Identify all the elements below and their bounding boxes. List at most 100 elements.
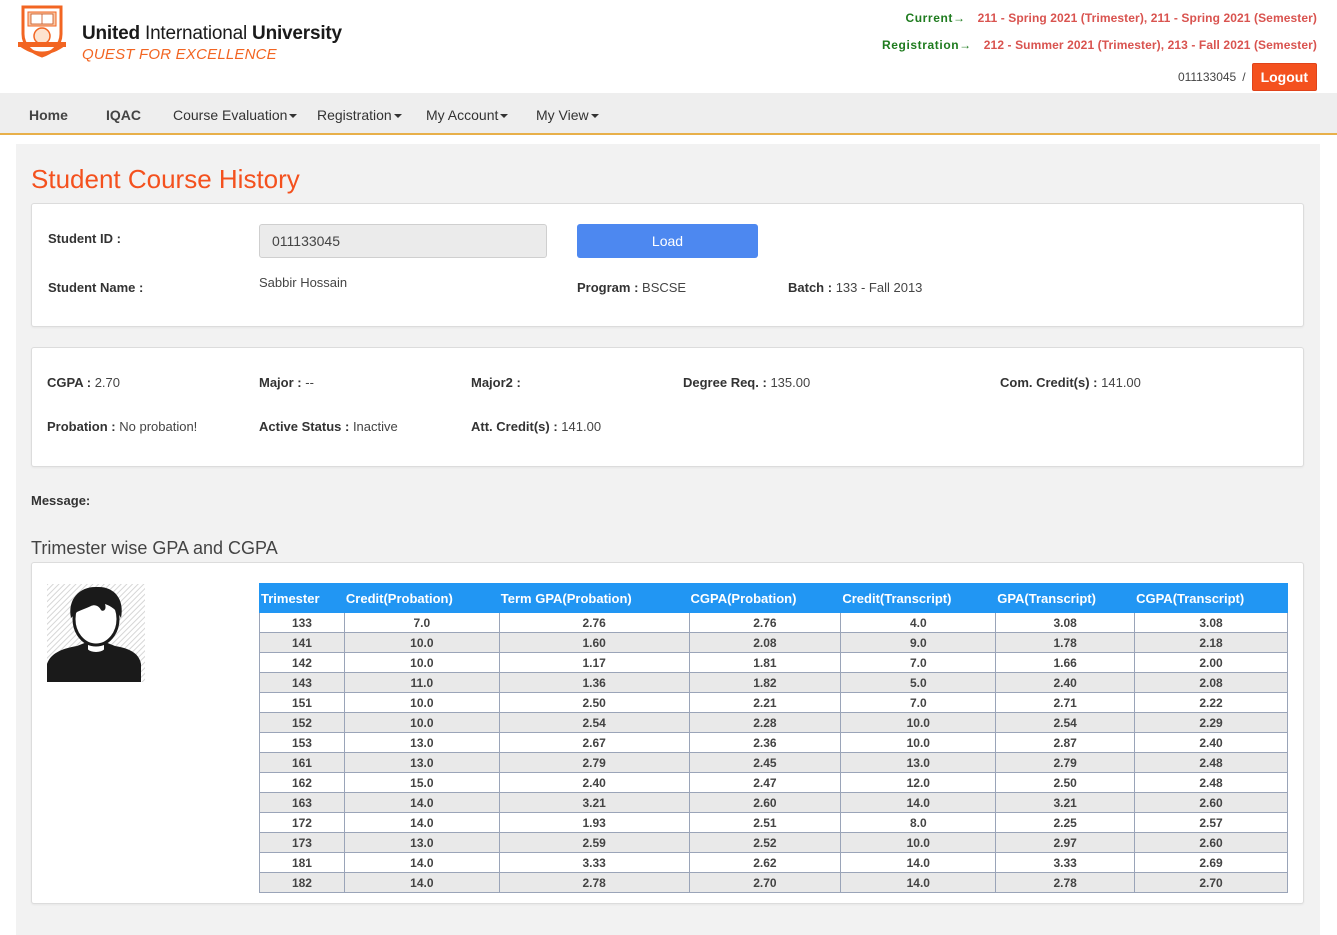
table-cell: 182 — [259, 872, 345, 893]
table-cell: 3.33 — [995, 852, 1136, 873]
table-cell: 3.33 — [498, 852, 690, 873]
th-term-gpa-probation[interactable]: Term GPA(Probation) — [498, 583, 690, 613]
gpa-panel: Trimester Credit(Probation) Term GPA(Pro… — [31, 562, 1304, 904]
th-gpa-transcript[interactable]: GPA(Transcript) — [995, 583, 1136, 613]
load-button[interactable]: Load — [577, 224, 758, 258]
table-cell: 141 — [259, 632, 345, 653]
table-cell: 14.0 — [840, 852, 997, 873]
probation-field: Probation : No probation! — [47, 419, 198, 434]
site-header: United International University QUEST FO… — [0, 0, 1337, 93]
table-cell: 2.36 — [688, 732, 842, 753]
table-row: 163 14.0 3.21 2.60 14.0 3.21 2.60 — [259, 792, 1288, 813]
att-credit-field: Att. Credit(s) : 141.00 — [471, 419, 602, 434]
table-cell: 2.50 — [995, 772, 1136, 793]
nav-my-account[interactable]: My Account — [426, 107, 509, 123]
chevron-down-icon — [289, 114, 298, 119]
com-credit-field: Com. Credit(s) : 141.00 — [1000, 375, 1141, 390]
nav-my-view-label: My View — [536, 107, 589, 123]
table-cell: 1.66 — [995, 652, 1136, 673]
table-cell: 2.69 — [1134, 852, 1288, 873]
table-cell: 2.97 — [995, 832, 1136, 853]
table-row: 133 7.0 2.76 2.76 4.0 3.08 3.08 — [259, 612, 1288, 633]
page-title: Student Course History — [31, 164, 300, 194]
registration-term-value: 212 - Summer 2021 (Trimester), 213 - Fal… — [983, 38, 1317, 52]
table-row: 153 13.0 2.67 2.36 10.0 2.87 2.40 — [259, 732, 1288, 753]
table-cell: 12.0 — [840, 772, 997, 793]
nav-my-view[interactable]: My View — [536, 107, 599, 123]
table-cell: 2.78 — [498, 872, 690, 893]
table-cell: 5.0 — [840, 672, 997, 693]
active-status-field: Active Status : Inactive — [259, 419, 398, 434]
table-cell: 2.60 — [1134, 792, 1288, 813]
table-cell: 2.40 — [498, 772, 690, 793]
student-info-panel: Student ID : Load Student Name : Sabbir … — [31, 203, 1304, 327]
table-cell: 163 — [259, 792, 345, 813]
table-cell: 2.54 — [498, 712, 690, 733]
table-row: 172 14.0 1.93 2.51 8.0 2.25 2.57 — [259, 812, 1288, 833]
table-cell: 2.78 — [995, 872, 1136, 893]
avatar — [47, 584, 145, 682]
table-row: 142 10.0 1.17 1.81 7.0 1.66 2.00 — [259, 652, 1288, 673]
university-logo[interactable] — [17, 4, 67, 58]
table-cell: 2.25 — [995, 812, 1136, 833]
cgpa-field: CGPA : 2.70 — [47, 375, 120, 390]
table-cell: 133 — [259, 612, 345, 633]
current-term-value: 211 - Spring 2021 (Trimester), 211 - Spr… — [977, 11, 1317, 25]
section-title: Trimester wise GPA and CGPA — [31, 538, 278, 558]
brand-name: United International University — [82, 23, 342, 44]
table-cell: 2.79 — [498, 752, 690, 773]
table-cell: 2.52 — [688, 832, 842, 853]
table-cell: 2.79 — [995, 752, 1136, 773]
program-field: Program : BSCSE — [577, 280, 687, 295]
chevron-down-icon — [590, 114, 599, 119]
table-cell: 143 — [259, 672, 345, 693]
table-cell: 3.21 — [995, 792, 1136, 813]
table-cell: 14.0 — [343, 812, 500, 833]
table-cell: 2.60 — [1134, 832, 1288, 853]
table-cell: 2.08 — [688, 632, 842, 653]
table-cell: 7.0 — [840, 692, 997, 713]
table-cell: 2.45 — [688, 752, 842, 773]
table-row: 151 10.0 2.50 2.21 7.0 2.71 2.22 — [259, 692, 1288, 713]
gpa-table-body: 133 7.0 2.76 2.76 4.0 3.08 3.08 141 10.0 1.60 2.08… — [259, 612, 1288, 893]
table-cell: 2.08 — [1134, 672, 1288, 693]
table-cell: 8.0 — [840, 812, 997, 833]
table-cell: 2.59 — [498, 832, 690, 853]
nav-home[interactable]: Home — [29, 107, 68, 123]
table-cell: 173 — [259, 832, 345, 853]
table-cell: 14.0 — [840, 872, 997, 893]
th-cgpa-probation[interactable]: CGPA(Probation) — [688, 583, 842, 613]
table-cell: 10.0 — [840, 832, 997, 853]
nav-my-account-label: My Account — [426, 107, 499, 123]
th-cgpa-transcript[interactable]: CGPA(Transcript) — [1134, 583, 1288, 613]
table-cell: 14.0 — [343, 872, 500, 893]
table-cell: 2.76 — [688, 612, 842, 633]
major2-field: Major2 : — [471, 375, 521, 390]
table-row: 162 15.0 2.40 2.47 12.0 2.50 2.48 — [259, 772, 1288, 793]
table-cell: 142 — [259, 652, 345, 673]
logout-button[interactable]: Logout — [1251, 63, 1317, 91]
message-label: Message: — [31, 493, 91, 508]
table-cell: 2.48 — [1134, 772, 1288, 793]
table-cell: 1.82 — [688, 672, 842, 693]
table-cell: 181 — [259, 852, 345, 873]
table-cell: 2.22 — [1134, 692, 1288, 713]
table-cell: 15.0 — [343, 772, 500, 793]
th-credit-transcript[interactable]: Credit(Transcript) — [840, 583, 997, 613]
table-cell: 10.0 — [840, 732, 997, 753]
nav-course-evaluation[interactable]: Course Evaluation — [173, 107, 298, 123]
th-trimester[interactable]: Trimester — [259, 583, 345, 613]
table-cell: 10.0 — [343, 632, 500, 653]
student-name-value: Sabbir Hossain — [259, 275, 348, 290]
th-credit-probation[interactable]: Credit(Probation) — [343, 583, 500, 613]
batch-field: Batch : 133 - Fall 2013 — [788, 280, 923, 295]
nav-iqac[interactable]: IQAC — [106, 107, 141, 123]
table-cell: 2.57 — [1134, 812, 1288, 833]
student-id-input[interactable] — [259, 224, 547, 258]
main-content: Student Course History Student ID : Load… — [16, 144, 1320, 935]
table-cell: 13.0 — [343, 832, 500, 853]
major-field: Major : -- — [259, 375, 314, 390]
table-cell: 2.70 — [1134, 872, 1288, 893]
nav-registration[interactable]: Registration — [317, 107, 402, 123]
table-cell: 10.0 — [343, 652, 500, 673]
